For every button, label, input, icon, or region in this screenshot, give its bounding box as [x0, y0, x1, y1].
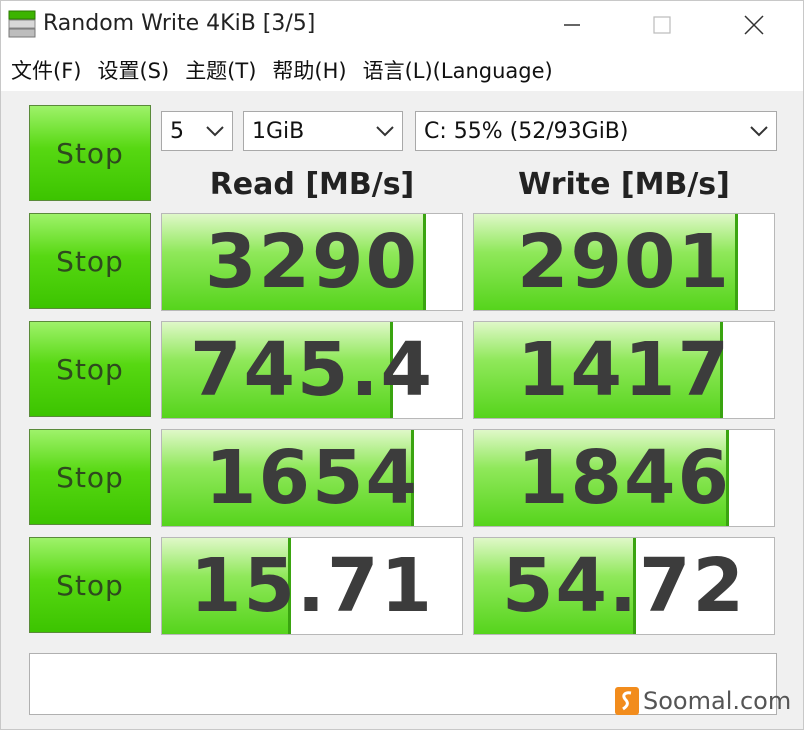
stop-all-button[interactable]: Stop	[29, 105, 151, 201]
read-value: 1654	[205, 435, 419, 521]
close-button[interactable]	[719, 1, 789, 49]
menu-help[interactable]: 帮助(H)	[266, 55, 352, 85]
app-disk-icon	[8, 10, 36, 38]
maximize-icon	[653, 16, 671, 34]
watermark-text: Soomal.com	[643, 687, 792, 715]
write-result-3: 1846	[473, 429, 775, 527]
stop-row-1-button[interactable]: Stop	[29, 213, 151, 309]
chevron-down-icon	[206, 126, 224, 137]
read-result-4: 15.71	[161, 537, 463, 635]
count-select-value: 5	[170, 118, 184, 144]
write-result-1: 2901	[473, 213, 775, 311]
chevron-down-icon	[376, 126, 394, 137]
count-select[interactable]: 5	[161, 111, 233, 151]
stop-row-2-button[interactable]: Stop	[29, 321, 151, 417]
drive-select[interactable]: C: 55% (52/93GiB)	[415, 111, 777, 151]
title-bar[interactable]: Random Write 4KiB [3/5]	[1, 1, 803, 49]
minimize-button[interactable]	[537, 1, 607, 49]
main-panel: Stop Stop Stop Stop Stop 5 1GiB C: 55% (…	[1, 91, 803, 729]
write-value: 1846	[517, 435, 731, 521]
maximize-button[interactable]	[627, 1, 697, 49]
stop-row-4-button[interactable]: Stop	[29, 537, 151, 633]
window-title: Random Write 4KiB [3/5]	[43, 11, 316, 36]
size-select-value: 1GiB	[252, 118, 305, 144]
menu-language[interactable]: 语言(L)(Language)	[357, 55, 559, 85]
read-header: Read [MB/s]	[209, 167, 415, 202]
menu-theme[interactable]: 主题(T)	[179, 55, 262, 85]
size-select[interactable]: 1GiB	[243, 111, 403, 151]
write-result-4: 54.72	[473, 537, 775, 635]
close-icon	[744, 15, 764, 35]
read-result-2: 745.4	[161, 321, 463, 419]
minimize-icon	[564, 24, 580, 26]
write-value: 54.72	[501, 543, 747, 629]
write-value: 2901	[517, 219, 731, 305]
soomal-logo-icon	[615, 687, 639, 715]
chevron-down-icon	[750, 126, 768, 137]
read-value: 3290	[205, 219, 419, 305]
menu-settings[interactable]: 设置(S)	[91, 55, 175, 85]
write-value: 1417	[517, 327, 731, 413]
app-window: Random Write 4KiB [3/5] 文件(F) 设置(S) 主题(T…	[0, 0, 804, 730]
drive-select-value: C: 55% (52/93GiB)	[424, 118, 629, 144]
read-value: 15.71	[189, 543, 435, 629]
write-header: Write [MB/s]	[518, 167, 730, 202]
stop-row-3-button[interactable]: Stop	[29, 429, 151, 525]
read-result-3: 1654	[161, 429, 463, 527]
read-value: 745.4	[189, 327, 435, 413]
read-result-1: 3290	[161, 213, 463, 311]
menu-file[interactable]: 文件(F)	[5, 55, 87, 85]
watermark: Soomal.com	[615, 685, 791, 717]
menu-bar: 文件(F) 设置(S) 主题(T) 帮助(H) 语言(L)(Language)	[1, 51, 803, 89]
write-result-2: 1417	[473, 321, 775, 419]
